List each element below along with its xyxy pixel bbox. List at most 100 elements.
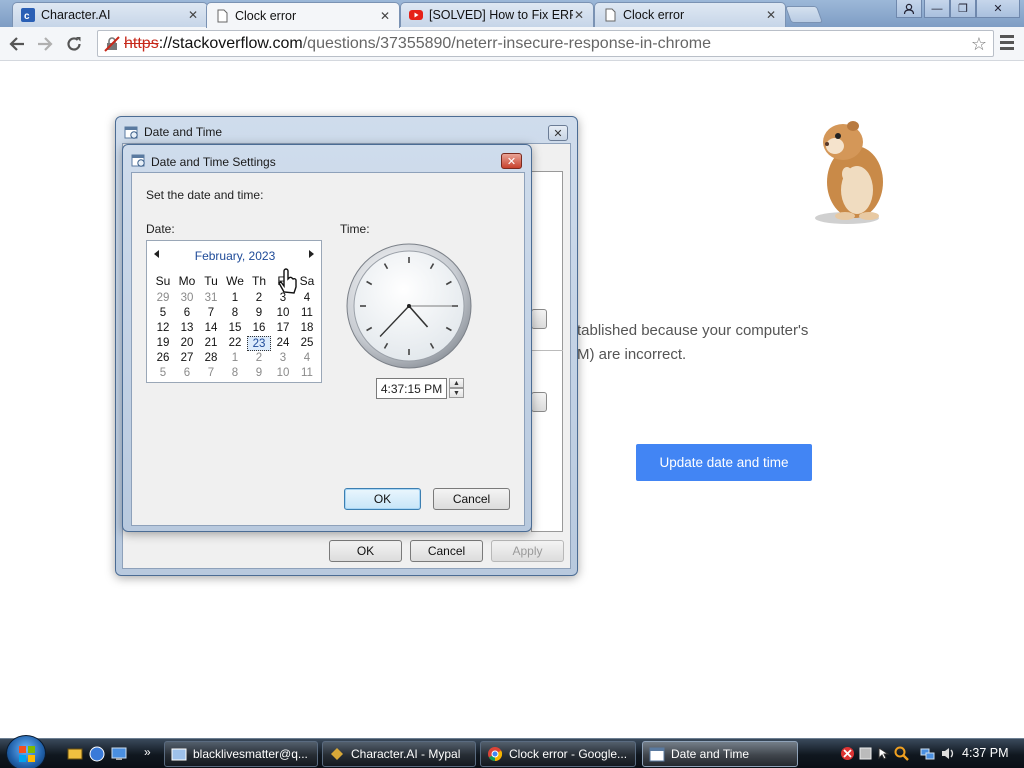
calendar-day[interactable]: 3 bbox=[271, 351, 295, 366]
page-icon bbox=[217, 9, 228, 22]
calendar-day[interactable]: 8 bbox=[223, 366, 247, 381]
calendar-day[interactable]: 24 bbox=[271, 336, 295, 351]
window-close-button[interactable]: ✕ bbox=[976, 0, 1020, 18]
next-month-icon[interactable] bbox=[309, 250, 314, 258]
ok-button[interactable]: OK bbox=[344, 488, 421, 510]
calendar-day[interactable]: 26 bbox=[151, 351, 175, 366]
calendar-day[interactable]: 11 bbox=[295, 306, 319, 321]
calendar-day[interactable]: 5 bbox=[151, 306, 175, 321]
calendar-day[interactable]: 1 bbox=[223, 291, 247, 306]
calendar-day[interactable]: 11 bbox=[295, 366, 319, 381]
change-date-button[interactable] bbox=[531, 309, 547, 329]
insecure-lock-icon[interactable] bbox=[104, 35, 120, 52]
user-icon[interactable] bbox=[896, 0, 922, 18]
close-icon[interactable]: ✕ bbox=[187, 8, 199, 22]
back-button[interactable] bbox=[6, 33, 28, 55]
calendar-day[interactable]: 28 bbox=[199, 351, 223, 366]
time-up-icon[interactable]: ▲ bbox=[449, 378, 464, 388]
cancel-button[interactable]: Cancel bbox=[433, 488, 510, 510]
cancel-button[interactable]: Cancel bbox=[410, 540, 483, 562]
quicklaunch-app-icon[interactable] bbox=[66, 745, 84, 763]
calendar-day[interactable]: 2 bbox=[247, 291, 271, 306]
calendar-day[interactable]: 12 bbox=[151, 321, 175, 336]
calendar-day[interactable]: 16 bbox=[247, 321, 271, 336]
close-button[interactable]: ✕ bbox=[548, 125, 568, 141]
calendar[interactable]: February, 2023 Su Mo Tu We Th Fr Sa 29 30 31 1 2 3 4 5… bbox=[146, 240, 322, 383]
calendar-day[interactable]: 23 bbox=[247, 336, 271, 351]
taskbar-clock[interactable]: 4:37 PM bbox=[962, 746, 1009, 760]
address-bar[interactable]: https://stackoverflow.com/questions/3735… bbox=[97, 30, 994, 57]
tab-clock-error-2[interactable]: Clock error ✕ bbox=[594, 2, 786, 27]
tray-app-icon[interactable] bbox=[858, 746, 873, 761]
calendar-day[interactable]: 18 bbox=[295, 321, 319, 336]
new-tab-button[interactable] bbox=[784, 6, 824, 23]
calendar-day[interactable]: 10 bbox=[271, 306, 295, 321]
taskbar-item-label: Date and Time bbox=[671, 747, 750, 761]
tab-character-ai[interactable]: c Character.AI ✕ bbox=[12, 2, 208, 27]
restore-button[interactable]: ❐ bbox=[950, 0, 976, 18]
system-tray: 4:37 PM bbox=[832, 739, 1024, 768]
start-button[interactable] bbox=[6, 735, 46, 768]
calendar-day[interactable]: 5 bbox=[151, 366, 175, 381]
back-arrow-icon bbox=[9, 37, 24, 51]
change-timezone-button[interactable] bbox=[531, 392, 547, 412]
calendar-day[interactable]: 30 bbox=[175, 291, 199, 306]
time-input[interactable]: 4:37:15 PM bbox=[376, 378, 447, 399]
date-label: Date: bbox=[146, 222, 175, 236]
chrome-menu-icon[interactable] bbox=[1000, 35, 1014, 53]
apply-button[interactable]: Apply bbox=[491, 540, 564, 562]
calendar-month-header[interactable]: February, 2023 bbox=[147, 249, 323, 263]
calendar-day[interactable]: 31 bbox=[199, 291, 223, 306]
calendar-day[interactable]: 17 bbox=[271, 321, 295, 336]
url-host: ://stackoverflow.com bbox=[158, 34, 303, 52]
calendar-day[interactable]: 27 bbox=[175, 351, 199, 366]
minimize-button[interactable]: — bbox=[924, 0, 950, 18]
close-icon[interactable]: ✕ bbox=[379, 9, 391, 23]
update-date-time-button[interactable]: Update date and time bbox=[636, 444, 812, 481]
taskbar-item-mypal[interactable]: Character.AI - Mypal bbox=[322, 741, 476, 767]
time-down-icon[interactable]: ▼ bbox=[449, 388, 464, 398]
calendar-day[interactable]: 7 bbox=[199, 366, 223, 381]
forward-button[interactable] bbox=[34, 33, 56, 55]
reload-button[interactable] bbox=[63, 33, 85, 55]
taskbar-item-date-time[interactable]: Date and Time bbox=[642, 741, 798, 767]
calendar-day[interactable]: 6 bbox=[175, 366, 199, 381]
calendar-day[interactable]: 25 bbox=[295, 336, 319, 351]
close-icon[interactable]: ✕ bbox=[765, 8, 777, 22]
calendar-day[interactable]: 2 bbox=[247, 351, 271, 366]
calendar-day[interactable]: 22 bbox=[223, 336, 247, 351]
blocked-icon[interactable] bbox=[840, 746, 855, 761]
close-button[interactable]: ✕ bbox=[501, 153, 522, 169]
svg-text:c: c bbox=[24, 11, 30, 22]
magnifier-icon[interactable] bbox=[894, 746, 909, 761]
taskbar-item-chrome[interactable]: Clock error - Google... bbox=[480, 741, 636, 767]
show-desktop-icon[interactable] bbox=[110, 745, 128, 763]
bookmark-star-icon[interactable]: ☆ bbox=[971, 34, 987, 55]
quicklaunch-app-icon[interactable] bbox=[88, 745, 106, 763]
tab-panel bbox=[531, 171, 563, 532]
calendar-day[interactable]: 1 bbox=[223, 351, 247, 366]
calendar-day[interactable]: 20 bbox=[175, 336, 199, 351]
calendar-day[interactable]: 7 bbox=[199, 306, 223, 321]
network-icon[interactable] bbox=[920, 746, 935, 761]
tab-solved-fix[interactable]: [SOLVED] How to Fix ERR_ ✕ bbox=[400, 2, 594, 27]
calendar-day[interactable]: 8 bbox=[223, 306, 247, 321]
calendar-day[interactable]: 6 bbox=[175, 306, 199, 321]
volume-icon[interactable] bbox=[940, 746, 955, 761]
calendar-day[interactable]: 21 bbox=[199, 336, 223, 351]
quicklaunch-overflow-icon[interactable]: » bbox=[144, 745, 151, 759]
calendar-day[interactable]: 9 bbox=[247, 306, 271, 321]
cursor-tray-icon[interactable] bbox=[876, 746, 891, 761]
calendar-day[interactable]: 15 bbox=[223, 321, 247, 336]
ok-button[interactable]: OK bbox=[329, 540, 402, 562]
calendar-day[interactable]: 10 bbox=[271, 366, 295, 381]
calendar-day[interactable]: 13 bbox=[175, 321, 199, 336]
calendar-day[interactable]: 14 bbox=[199, 321, 223, 336]
calendar-day[interactable]: 9 bbox=[247, 366, 271, 381]
calendar-day[interactable]: 29 bbox=[151, 291, 175, 306]
close-icon[interactable]: ✕ bbox=[573, 8, 585, 22]
calendar-day[interactable]: 4 bbox=[295, 351, 319, 366]
tab-clock-error[interactable]: Clock error ✕ bbox=[206, 2, 400, 28]
calendar-day[interactable]: 19 bbox=[151, 336, 175, 351]
taskbar-item-explorer[interactable]: blacklivesmatter@q... bbox=[164, 741, 318, 767]
